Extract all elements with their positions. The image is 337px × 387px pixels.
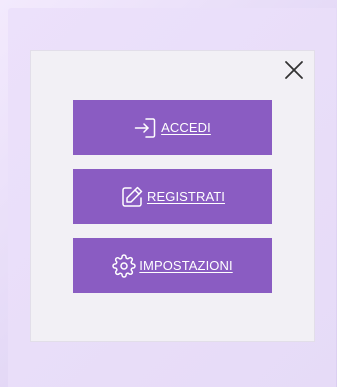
register-button[interactable]: REGISTRATI	[73, 169, 272, 224]
gear-icon	[112, 253, 137, 278]
login-button[interactable]: ACCEDI	[73, 100, 272, 155]
register-button-label: REGISTRATI	[146, 189, 226, 204]
settings-button[interactable]: IMPOSTAZIONI	[73, 238, 272, 293]
edit-icon	[120, 185, 144, 209]
close-icon	[285, 61, 303, 79]
settings-button-label: IMPOSTAZIONI	[139, 258, 233, 273]
login-icon	[134, 116, 158, 140]
login-button-label: ACCEDI	[161, 120, 211, 135]
close-button[interactable]	[283, 59, 305, 81]
